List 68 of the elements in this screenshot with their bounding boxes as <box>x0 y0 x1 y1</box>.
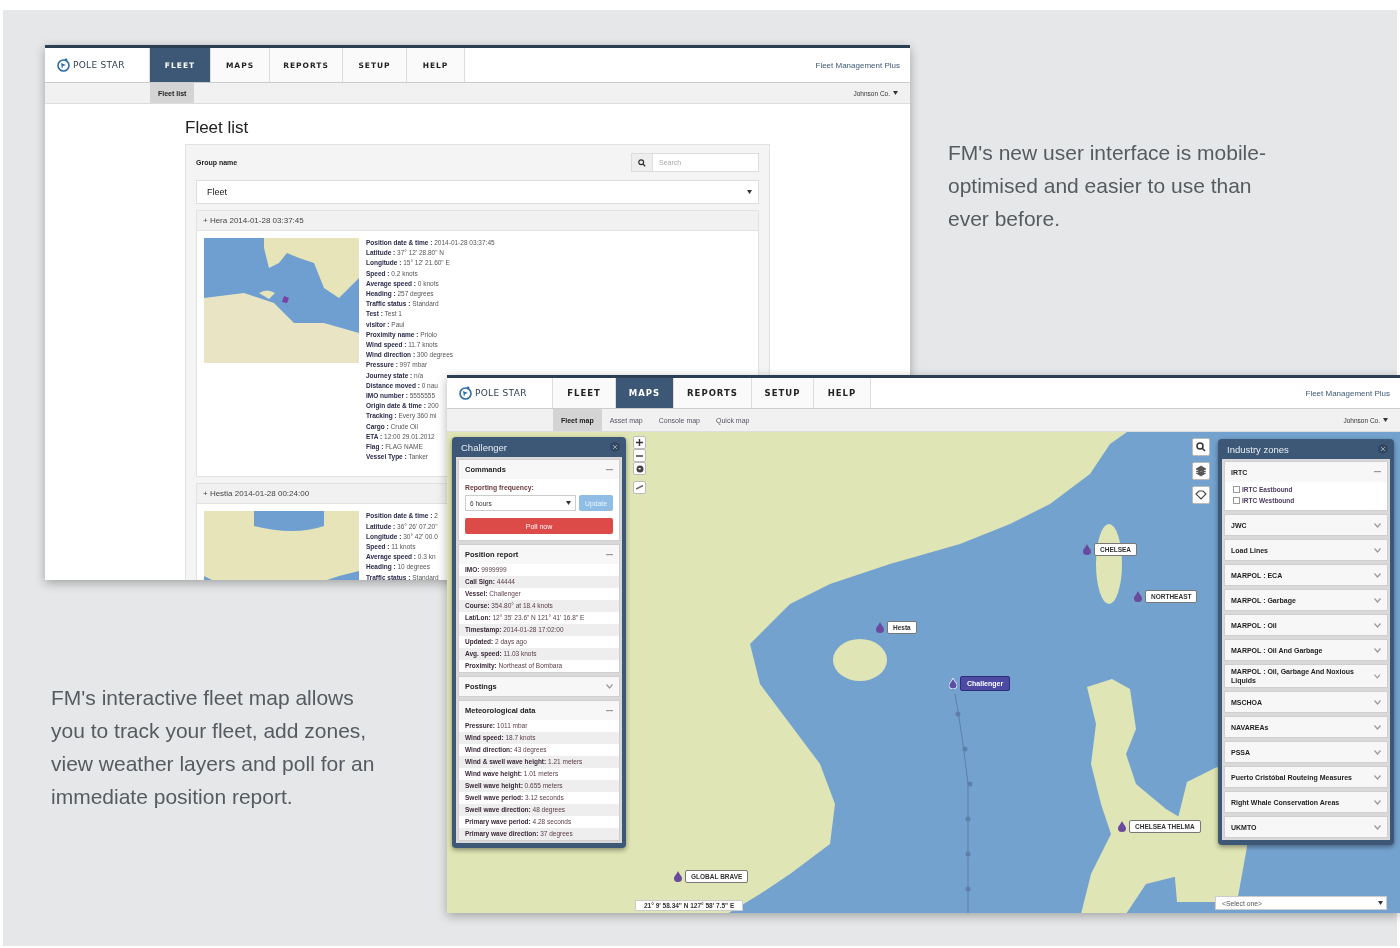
ship-pin-icon[interactable] <box>674 871 682 882</box>
ship-pin-icon[interactable] <box>1083 544 1091 555</box>
nav-tab[interactable]: SETUP <box>752 378 814 408</box>
diamond-shape-icon <box>1195 490 1207 500</box>
close-icon[interactable] <box>610 442 620 452</box>
chevron-down-icon[interactable] <box>1374 522 1381 528</box>
plus-icon <box>636 439 643 446</box>
chevron-down-icon[interactable] <box>1374 673 1381 679</box>
nav-tab[interactable]: HELP <box>814 378 871 408</box>
chevron-down-icon[interactable] <box>1374 724 1381 730</box>
search-icon <box>638 158 646 167</box>
chevron-down-icon[interactable] <box>1374 597 1381 603</box>
caret-icon <box>747 190 752 194</box>
chevron-down-icon[interactable] <box>1374 824 1381 830</box>
zoom-out-button[interactable] <box>633 449 646 462</box>
chevron-down-icon[interactable] <box>606 684 613 689</box>
checkbox[interactable] <box>1233 486 1240 493</box>
nav-tab[interactable]: FLEET <box>553 378 616 408</box>
chevron-down-icon[interactable] <box>1374 622 1381 628</box>
ruler-icon <box>635 485 644 490</box>
chevron-down-icon[interactable] <box>1374 547 1381 553</box>
nav-tab[interactable]: MAPS <box>616 378 674 408</box>
logo-icon <box>57 58 70 72</box>
chevron-down-icon[interactable] <box>1374 572 1381 578</box>
minus-icon[interactable] <box>606 709 613 712</box>
page-title: Fleet list <box>185 118 250 138</box>
ship-pin-icon[interactable] <box>949 678 957 689</box>
search-icon <box>1196 442 1206 452</box>
caret-icon <box>566 501 572 505</box>
chevron-down-icon[interactable] <box>1374 699 1381 705</box>
layers-button[interactable] <box>1192 462 1210 480</box>
ship-pin-icon[interactable] <box>1118 821 1126 832</box>
globe-button[interactable] <box>633 462 646 475</box>
group-select[interactable]: Fleet <box>196 180 759 204</box>
zoom-in-button[interactable] <box>633 436 646 449</box>
vessel-header[interactable]: + Hestia 2014-01-28 00:24:00 <box>203 489 310 499</box>
minus-icon[interactable] <box>1374 471 1381 473</box>
search-button[interactable] <box>1192 438 1210 456</box>
caption-text: FM's interactive fleet map allows you to track your fleet, add zones, view weather layers and poll for an immediate position report. <box>51 685 376 810</box>
nav-tab[interactable]: REPORTS <box>674 378 752 408</box>
product-name: Fleet Management Plus <box>815 60 901 70</box>
panel-title: Industry zones <box>1227 443 1289 455</box>
logo-text: POLE STAR <box>475 388 527 398</box>
minus-icon[interactable] <box>606 553 613 556</box>
minus-icon[interactable] <box>606 468 613 471</box>
search-button[interactable] <box>631 153 653 172</box>
panel-title: Challenger <box>461 441 507 453</box>
chevron-down-icon[interactable] <box>1374 774 1381 780</box>
chevron-down-icon[interactable] <box>1374 647 1381 653</box>
caret-icon <box>893 91 898 95</box>
caret-icon <box>1378 901 1383 905</box>
ship-pin-icon[interactable] <box>876 622 884 633</box>
close-icon[interactable] <box>1378 444 1388 454</box>
vessel-header[interactable]: + Hera 2014-01-28 03:37:45 <box>203 216 304 225</box>
layers-icon <box>1195 465 1207 477</box>
logo-text: POLE STAR <box>73 60 125 70</box>
minus-icon <box>636 454 643 457</box>
globe-icon <box>635 464 644 473</box>
ruler-button[interactable] <box>633 481 646 494</box>
checkbox[interactable] <box>1233 497 1240 504</box>
caption-text: FM's new user interface is mobile-optimised and easier to use than ever before. <box>948 140 1267 232</box>
ship-pin-icon[interactable] <box>1134 591 1142 602</box>
logo-icon <box>459 386 472 400</box>
chevron-down-icon[interactable] <box>1374 799 1381 805</box>
draw-zone-button[interactable] <box>1192 486 1210 504</box>
product-name: Fleet Management Plus <box>1305 388 1391 398</box>
chevron-down-icon[interactable] <box>1374 749 1381 755</box>
caret-icon <box>1383 418 1388 422</box>
